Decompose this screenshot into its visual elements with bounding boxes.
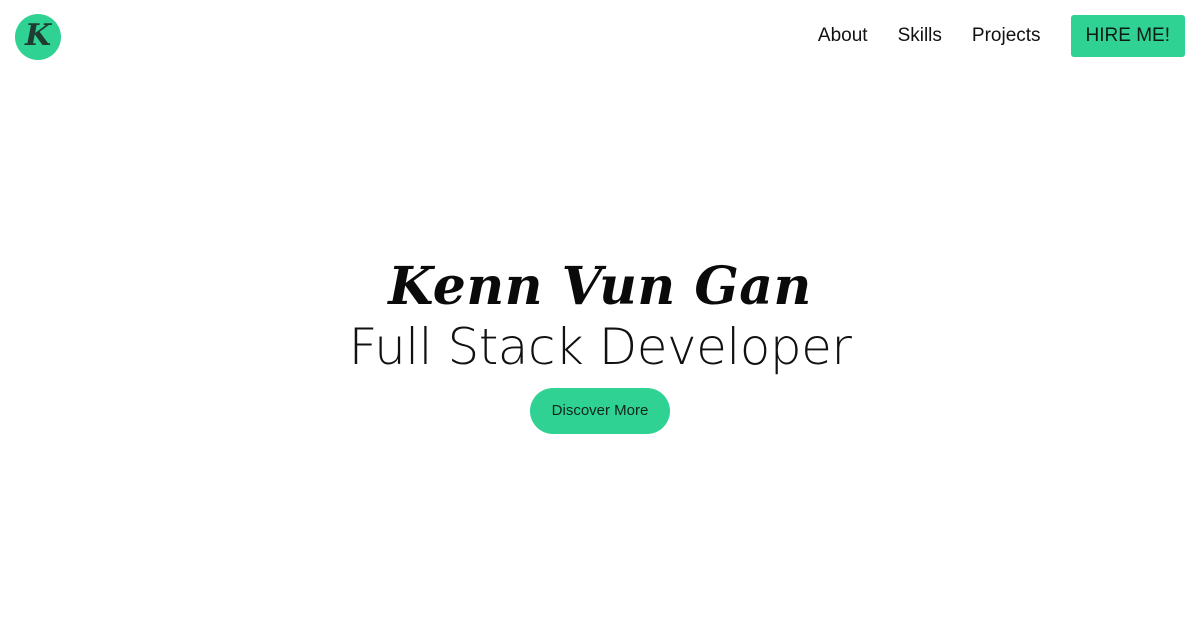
nav-link-skills[interactable]: Skills [898, 25, 942, 47]
nav-link-about[interactable]: About [818, 25, 868, 47]
discover-more-button[interactable]: Discover More [529, 388, 671, 434]
nav-link-projects[interactable]: Projects [972, 25, 1041, 47]
main-nav: About Skills Projects HIRE ME! [818, 14, 1185, 57]
hero-section: Kenn Vun Gan Full Stack Developer Discov… [0, 255, 1200, 434]
hire-me-button[interactable]: HIRE ME! [1070, 14, 1185, 57]
logo[interactable]: K [15, 14, 61, 60]
k-monogram-logo-icon: K [24, 18, 52, 53]
hero-title: Full Stack Developer [348, 318, 852, 376]
page: K About Skills Projects HIRE ME! Kenn Vu… [0, 0, 1200, 630]
hero-name: Kenn Vun Gan [388, 256, 812, 317]
